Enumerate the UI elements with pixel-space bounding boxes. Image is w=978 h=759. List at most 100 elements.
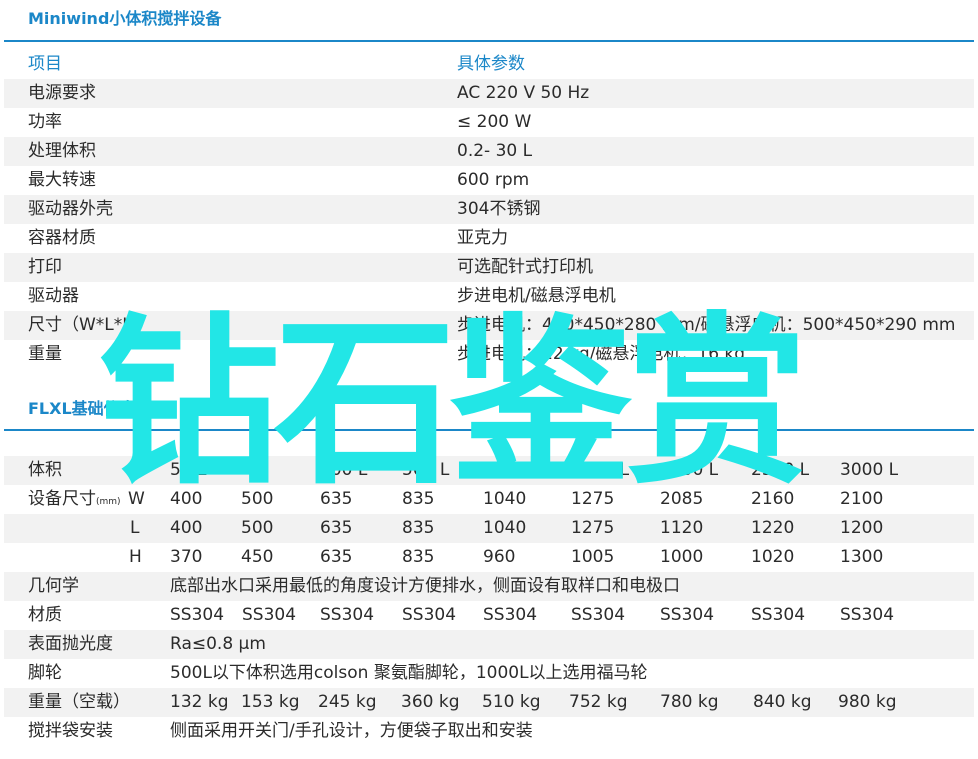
row-name: 处理体积 xyxy=(28,141,96,161)
table-row: 重量 步进电机：12 kg/磁悬浮电机：16 kg xyxy=(4,340,974,369)
size-cell: 635 xyxy=(320,489,353,509)
size-cell: 1300 xyxy=(840,547,884,567)
polish-label: 表面抛光度 xyxy=(28,634,113,654)
row-value: 步进电机/磁悬浮电机 xyxy=(457,286,616,306)
volume-cell: 500 L xyxy=(402,460,450,480)
weight-cell: 510 kg xyxy=(482,692,541,712)
size-row-h: H 370 450 635 835 960 1005 1000 1020 130… xyxy=(4,543,974,572)
table-row: 尺寸（W*L*H 步进电机：450*450*280 mm/磁悬浮电机：500*4… xyxy=(4,311,974,340)
size-cell: 635 xyxy=(320,547,353,567)
size-row-l: L 400 500 635 835 1040 1275 1120 1220 12… xyxy=(4,514,974,543)
size-label-text: 设备尺寸 xyxy=(28,489,96,509)
weight-cell: 132 kg xyxy=(170,692,229,712)
size-cell: 1275 xyxy=(571,489,615,509)
section2-divider xyxy=(4,429,974,431)
row-name: 最大转速 xyxy=(28,170,96,190)
material-cell: SS304 xyxy=(170,605,225,625)
wheels-label: 脚轮 xyxy=(28,663,62,683)
size-cell: 400 xyxy=(170,518,203,538)
volume-cell: 2500 L xyxy=(751,460,810,480)
row-name: 重量 xyxy=(28,344,62,364)
row-value: ≤ 200 W xyxy=(457,112,532,132)
row-value: AC 220 V 50 Hz xyxy=(457,83,590,103)
volume-cell: 1500 L xyxy=(571,460,630,480)
size-cell: 2100 xyxy=(840,489,884,509)
material-cell: SS304 xyxy=(320,605,375,625)
size-cell: 500 xyxy=(241,518,274,538)
size-unit: (mm) xyxy=(96,497,121,507)
row-name: 尺寸（W*L*H xyxy=(28,315,136,335)
material-cell: SS304 xyxy=(242,605,297,625)
weight-cell: 752 kg xyxy=(569,692,628,712)
size-cell: 400 xyxy=(170,489,203,509)
size-cell: 960 xyxy=(483,547,516,567)
table-row: 驱动器 步进电机/磁悬浮电机 xyxy=(4,282,974,311)
size-cell: 635 xyxy=(320,518,353,538)
weight-cell: 840 kg xyxy=(753,692,812,712)
section1-divider xyxy=(4,40,974,42)
size-cell: 1000 xyxy=(660,547,704,567)
size-cell: 1220 xyxy=(751,518,795,538)
size-cell: 2085 xyxy=(660,489,704,509)
material-row: 材质 SS304 SS304 SS304 SS304 SS304 SS304 S… xyxy=(4,601,974,630)
weight-label: 重量（空载） xyxy=(28,692,130,712)
row-name: 电源要求 xyxy=(28,83,96,103)
size-cell: 1275 xyxy=(571,518,615,538)
bag-row: 搅拌袋安装 侧面采用开关门/手孔设计，方便袋子取出和安装 xyxy=(4,717,974,746)
header-item: 项目 xyxy=(28,54,62,74)
row-value: 亚克力 xyxy=(457,228,508,248)
size-cell: 1120 xyxy=(660,518,704,538)
table-row: 打印 可选配针式打印机 xyxy=(4,253,974,282)
size-axis: L xyxy=(130,518,140,538)
size-cell: 1200 xyxy=(840,518,884,538)
size-row-w: 设备尺寸(mm) W 400 500 635 835 1040 1275 208… xyxy=(4,485,974,514)
header-param: 具体参数 xyxy=(457,54,525,74)
row-name: 驱动器 xyxy=(28,286,79,306)
material-cell: SS304 xyxy=(571,605,626,625)
size-cell: 1040 xyxy=(483,489,527,509)
material-cell: SS304 xyxy=(402,605,457,625)
geometry-label: 几何学 xyxy=(28,576,79,596)
size-cell: 1005 xyxy=(571,547,615,567)
material-cell: SS304 xyxy=(840,605,895,625)
table-row: 容器材质 亚克力 xyxy=(4,224,974,253)
table-row: 电源要求 AC 220 V 50 Hz xyxy=(4,79,974,108)
row-value: 600 rpm xyxy=(457,170,530,190)
row-value: 304不锈钢 xyxy=(457,199,541,219)
miniwind-section-title: Miniwind小体积搅拌设备 xyxy=(28,9,222,28)
row-value: 可选配针式打印机 xyxy=(457,257,593,277)
size-cell: 450 xyxy=(241,547,274,567)
volume-row: 体积 50 L 200 L 500 L 1000 L 1500 L 2000 L… xyxy=(4,456,974,485)
size-cell: 2160 xyxy=(751,489,795,509)
row-value: 步进电机：12 kg/磁悬浮电机：16 kg xyxy=(457,344,746,364)
table-row: 驱动器外壳 304不锈钢 xyxy=(4,195,974,224)
weight-cell: 980 kg xyxy=(838,692,897,712)
size-axis: W xyxy=(128,489,145,509)
size-cell: 1040 xyxy=(483,518,527,538)
volume-cell: 2000 L xyxy=(660,460,719,480)
geometry-row: 几何学 底部出水口采用最低的角度设计方便排水，侧面设有取样口和电极口 xyxy=(4,572,974,601)
bag-value: 侧面采用开关门/手孔设计，方便袋子取出和安装 xyxy=(170,721,533,741)
size-cell: 370 xyxy=(170,547,203,567)
volume-cell: 1000 L xyxy=(483,460,542,480)
volume-cell: 200 L xyxy=(320,460,368,480)
row-name: 打印 xyxy=(28,257,62,277)
bag-label: 搅拌袋安装 xyxy=(28,721,113,741)
table-header-row: 项目 具体参数 xyxy=(4,50,974,79)
weight-cell: 245 kg xyxy=(318,692,377,712)
row-value: 步进电机：450*450*280 mm/磁悬浮电机：500*450*290 mm xyxy=(457,315,956,335)
volume-cell: 50 L xyxy=(170,460,207,480)
size-cell: 835 xyxy=(402,518,435,538)
row-name: 功率 xyxy=(28,112,62,132)
table-row: 功率 ≤ 200 W xyxy=(4,108,974,137)
size-cell: 835 xyxy=(402,547,435,567)
volume-cell: 3000 L xyxy=(840,460,899,480)
material-cell: SS304 xyxy=(751,605,806,625)
geometry-value: 底部出水口采用最低的角度设计方便排水，侧面设有取样口和电极口 xyxy=(170,576,680,596)
table-row: 处理体积 0.2- 30 L xyxy=(4,137,974,166)
weight-cell: 780 kg xyxy=(660,692,719,712)
size-cell: 835 xyxy=(402,489,435,509)
row-value: 0.2- 30 L xyxy=(457,141,533,161)
size-cell: 500 xyxy=(241,489,274,509)
size-axis: H xyxy=(129,547,142,567)
